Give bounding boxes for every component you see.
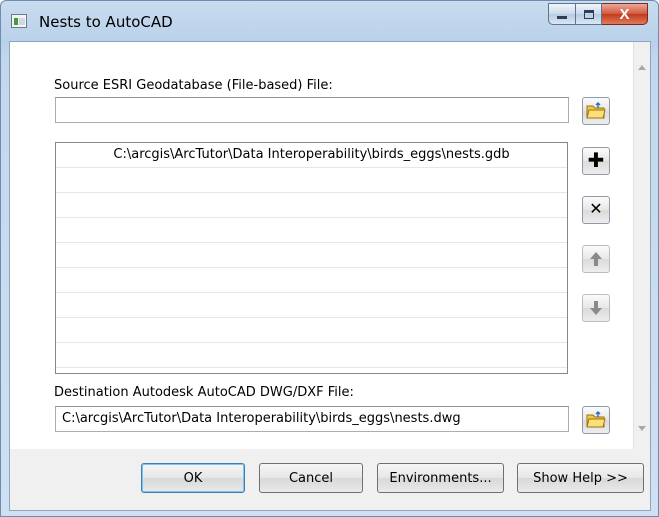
move-down-button[interactable] bbox=[582, 294, 610, 322]
arrow-down-icon bbox=[590, 301, 602, 315]
source-label: Source ESRI Geodatabase (File-based) Fil… bbox=[54, 78, 333, 93]
maximize-icon bbox=[583, 9, 594, 19]
dialog-client: Source ESRI Geodatabase (File-based) Fil… bbox=[9, 41, 651, 511]
vertical-scrollbar[interactable] bbox=[633, 42, 650, 449]
list-item[interactable] bbox=[56, 268, 567, 293]
window-title: Nests to AutoCAD bbox=[39, 13, 173, 31]
plus-icon: ✚ bbox=[587, 150, 605, 172]
minimize-button[interactable] bbox=[548, 3, 576, 25]
list-item[interactable] bbox=[56, 168, 567, 193]
list-item[interactable] bbox=[56, 343, 567, 368]
destination-browse-button[interactable] bbox=[582, 406, 610, 434]
open-folder-icon bbox=[586, 411, 606, 428]
x-icon: ✕ bbox=[589, 201, 603, 218]
destination-label: Destination Autodesk AutoCAD DWG/DXF Fil… bbox=[54, 385, 354, 400]
open-folder-icon bbox=[586, 102, 606, 119]
list-item[interactable] bbox=[56, 318, 567, 343]
close-icon: X bbox=[619, 5, 630, 23]
maximize-button[interactable] bbox=[576, 3, 602, 25]
environments-button[interactable]: Environments... bbox=[377, 463, 504, 493]
add-button[interactable]: ✚ bbox=[582, 147, 610, 175]
title-bar[interactable]: Nests to AutoCAD X bbox=[1, 1, 658, 41]
arrow-up-icon bbox=[590, 252, 602, 266]
close-button[interactable]: X bbox=[602, 3, 648, 25]
cancel-button[interactable]: Cancel bbox=[259, 463, 363, 493]
parameters-panel: Source ESRI Geodatabase (File-based) Fil… bbox=[10, 42, 650, 449]
show-help-button[interactable]: Show Help >> bbox=[517, 463, 644, 493]
app-icon bbox=[11, 14, 27, 28]
move-up-button[interactable] bbox=[582, 245, 610, 273]
source-browse-button[interactable] bbox=[582, 97, 610, 125]
source-list[interactable]: C:\arcgis\ArcTutor\Data Interoperability… bbox=[55, 142, 568, 374]
list-item[interactable] bbox=[56, 193, 567, 218]
scroll-down-icon[interactable] bbox=[638, 426, 646, 431]
dialog-window: Nests to AutoCAD X Source ESRI Geodataba… bbox=[0, 0, 659, 517]
ok-button[interactable]: OK bbox=[141, 463, 245, 493]
source-input[interactable] bbox=[55, 97, 569, 123]
minimize-icon bbox=[557, 16, 567, 19]
list-item[interactable] bbox=[56, 293, 567, 318]
list-item[interactable]: C:\arcgis\ArcTutor\Data Interoperability… bbox=[56, 143, 567, 168]
list-item[interactable] bbox=[56, 218, 567, 243]
destination-input[interactable]: C:\arcgis\ArcTutor\Data Interoperability… bbox=[55, 406, 569, 432]
window-controls: X bbox=[548, 3, 648, 25]
remove-button[interactable]: ✕ bbox=[582, 196, 610, 224]
scroll-up-icon[interactable] bbox=[638, 65, 646, 70]
list-item[interactable] bbox=[56, 243, 567, 268]
